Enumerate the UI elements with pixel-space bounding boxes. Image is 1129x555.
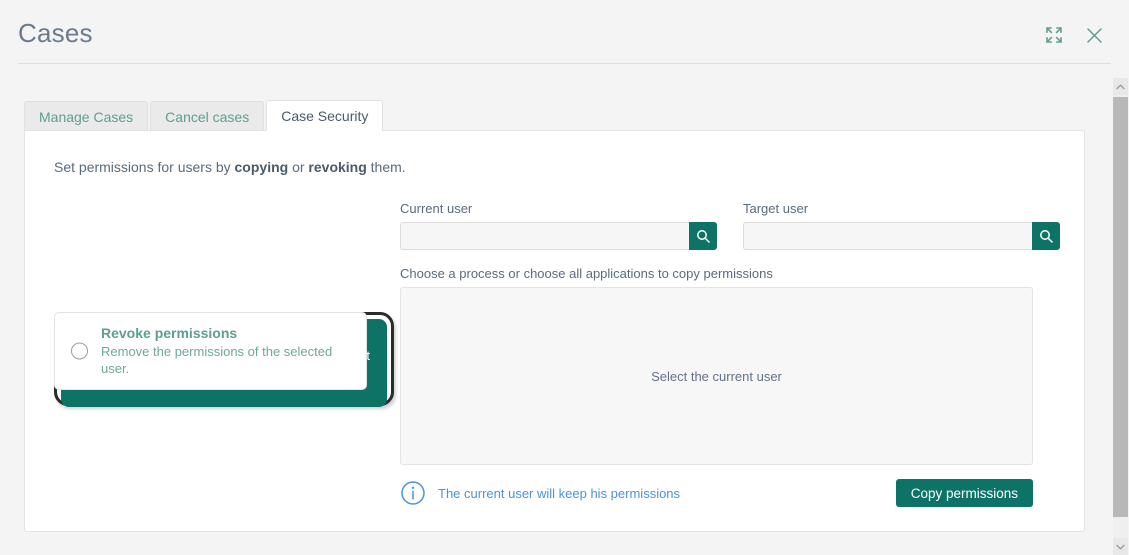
- tab-panel-case-security: Set permissions for users by copying or …: [24, 130, 1085, 532]
- option-revoke-permissions-description: Remove the permissions of the selected u…: [101, 344, 333, 376]
- radio-revoke-permissions[interactable]: [71, 342, 88, 360]
- target-user-search-icon[interactable]: [1032, 222, 1060, 250]
- info-text: The current user will keep his permissio…: [438, 485, 681, 501]
- process-selection-label: Choose a process or choose all applicati…: [400, 266, 773, 281]
- tab-bar: Manage Cases Cancel cases Case Security: [24, 100, 385, 131]
- target-user-field: Target user: [743, 201, 1060, 250]
- option-copy-permissions-wrap: Copy permissions Assign the same permiss…: [54, 312, 394, 407]
- current-user-input[interactable]: [400, 222, 689, 250]
- option-revoke-permissions[interactable]: Revoke permissions Remove the permission…: [54, 312, 367, 390]
- header-actions: [1041, 22, 1107, 48]
- tab-case-security[interactable]: Case Security: [266, 100, 384, 131]
- intro-text: Set permissions for users by copying or …: [54, 159, 406, 175]
- intro-bold-copying: copying: [234, 159, 289, 175]
- expand-icon[interactable]: [1041, 22, 1067, 48]
- target-user-input-group: [743, 222, 1060, 250]
- process-empty-message: Select the current user: [651, 368, 782, 384]
- app-window: Cases Manage Cases Cancel cases Case Sec…: [0, 0, 1129, 555]
- intro-bold-revoking: revoking: [308, 159, 367, 175]
- info-message: The current user will keep his permissio…: [400, 480, 680, 506]
- copy-permissions-button[interactable]: Copy permissions: [895, 479, 1033, 507]
- target-user-input[interactable]: [743, 222, 1032, 250]
- option-revoke-permissions-title: Revoke permissions: [101, 325, 238, 341]
- scroll-up-icon[interactable]: [1113, 78, 1128, 95]
- scroll-down-icon[interactable]: [1113, 538, 1128, 555]
- current-user-search-icon[interactable]: [689, 222, 717, 250]
- info-icon: [400, 480, 426, 506]
- permissions-form: Current user Target user Choose a proces…: [400, 201, 1060, 507]
- intro-suffix: them.: [366, 159, 406, 175]
- vertical-scrollbar[interactable]: [1112, 78, 1129, 555]
- current-user-label: Current user: [400, 201, 473, 216]
- header-divider: [18, 63, 1111, 64]
- current-user-input-group: [400, 222, 717, 250]
- target-user-label: Target user: [743, 201, 809, 216]
- page-title: Cases: [18, 18, 93, 48]
- permission-mode-options: Copy permissions Assign the same permiss…: [54, 206, 394, 407]
- process-selection-box[interactable]: Select the current user: [400, 287, 1033, 465]
- window-header: Cases: [0, 0, 1129, 68]
- user-fields-row: Current user Target user: [400, 201, 1060, 250]
- content-panel: Manage Cases Cancel cases Case Security …: [24, 100, 1085, 532]
- intro-middle: or: [288, 159, 309, 175]
- tab-cancel-cases[interactable]: Cancel cases: [150, 101, 265, 131]
- current-user-field: Current user: [400, 201, 717, 250]
- close-icon[interactable]: [1081, 22, 1107, 48]
- tab-manage-cases[interactable]: Manage Cases: [24, 101, 149, 131]
- intro-prefix: Set permissions for users by: [54, 159, 235, 175]
- scrollbar-thumb[interactable]: [1113, 97, 1128, 517]
- form-footer: The current user will keep his permissio…: [400, 479, 1033, 507]
